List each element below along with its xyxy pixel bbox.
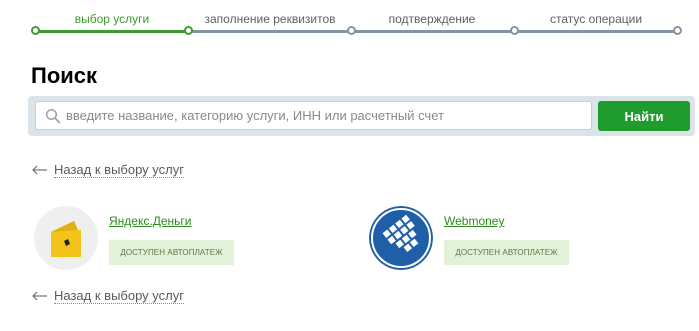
step-track-remaining	[188, 30, 678, 33]
provider-name-link[interactable]: Webmoney	[444, 214, 504, 228]
search-bar: Найти	[28, 96, 695, 136]
search-icon	[45, 108, 61, 124]
autopay-badge: доступен автоплатеж	[109, 240, 234, 265]
arrow-left-icon	[32, 291, 47, 301]
provider-name-link[interactable]: Яндекс.Деньги	[109, 214, 191, 228]
step-label-3: подтверждение	[388, 12, 476, 26]
back-to-services-link[interactable]: Назад к выбору услуг	[32, 162, 184, 178]
step-label-4: статус операции	[549, 12, 643, 26]
page-title: Поиск	[31, 63, 98, 88]
search-input[interactable]	[66, 102, 586, 129]
search-button[interactable]: Найти	[598, 101, 690, 131]
step-label-2: заполнение реквизитов	[204, 12, 336, 26]
progress-stepper: выбор услуги заполнение реквизитов подтв…	[0, 0, 699, 40]
step-node-4	[673, 26, 682, 35]
step-track-done	[36, 30, 188, 33]
step-node-1	[184, 26, 193, 35]
provider-card-yandex-money: Яндекс.Деньги доступен автоплатеж	[34, 206, 294, 274]
yandex-money-logo[interactable]	[34, 206, 98, 270]
step-node-3	[510, 26, 519, 35]
autopay-badge: доступен автоплатеж	[444, 240, 569, 265]
arrow-left-icon	[32, 165, 47, 175]
step-label-1: выбор услуги	[74, 12, 150, 26]
provider-card-webmoney: Webmoney доступен автоплатеж	[369, 206, 629, 274]
back-link-label: Назад к выбору услуг	[54, 287, 184, 304]
search-field	[35, 101, 592, 130]
webmoney-logo[interactable]	[369, 206, 433, 270]
back-link-label: Назад к выбору услуг	[54, 161, 184, 178]
step-node-start	[31, 26, 40, 35]
step-node-2	[347, 26, 356, 35]
back-to-services-link[interactable]: Назад к выбору услуг	[32, 288, 184, 304]
